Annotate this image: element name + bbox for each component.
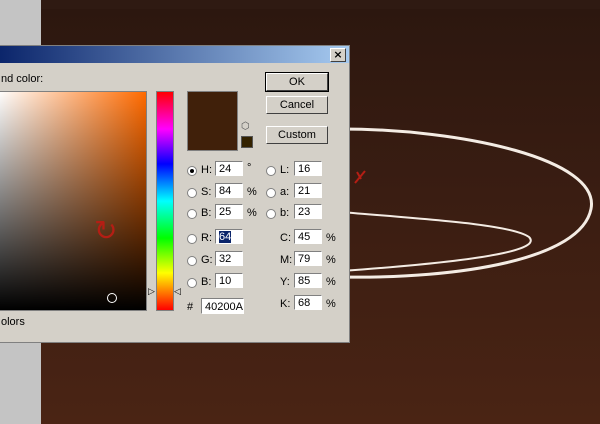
close-button[interactable]: × [330, 48, 346, 62]
only-web-colors-label: olors [1, 316, 25, 328]
cursor-arrow-icon: ↻ [94, 215, 118, 246]
label-a: a: [280, 186, 290, 198]
magenta-field[interactable]: 79 [294, 251, 322, 266]
green-field[interactable]: 32 [215, 251, 243, 266]
saturation-field[interactable]: 84 [215, 183, 243, 198]
label-blue: B: [201, 276, 212, 288]
color-picker-dialog: × nd color: ↻ ▷ ◁ ⬡ OK Cancel Custom H: … [0, 45, 350, 343]
cancel-button[interactable]: Cancel [266, 96, 328, 114]
radio-saturation[interactable] [187, 188, 197, 198]
saturation-unit: % [247, 186, 257, 198]
red-field[interactable]: 64 [215, 229, 243, 244]
hue-unit: ° [247, 162, 252, 174]
brightness-unit: % [247, 207, 257, 219]
hex-field[interactable]: 40200A [201, 298, 244, 314]
a-field[interactable]: 21 [294, 183, 322, 198]
hex-prefix: # [187, 301, 194, 313]
label-red: R: [201, 232, 212, 244]
label-brightness: B: [201, 207, 212, 219]
radio-blue[interactable] [187, 278, 197, 288]
yellow-unit: % [326, 276, 336, 288]
radio-a[interactable] [266, 188, 276, 198]
radio-lightness[interactable] [266, 166, 276, 176]
hue-slider-left-arrow-icon[interactable]: ▷ [148, 286, 155, 297]
label-hue: H: [201, 164, 212, 176]
label-yellow: Y: [280, 276, 290, 288]
cyan-unit: % [326, 232, 336, 244]
label-magenta: M: [280, 254, 293, 266]
magenta-unit: % [326, 254, 336, 266]
label-cyan: C: [280, 232, 291, 244]
brightness-field[interactable]: 25 [215, 204, 243, 219]
blue-field[interactable]: 10 [215, 273, 243, 288]
color-field[interactable]: ↻ [0, 91, 147, 311]
custom-button[interactable]: Custom [266, 126, 328, 144]
ok-button[interactable]: OK [265, 72, 329, 92]
black-unit: % [326, 298, 336, 310]
radio-brightness[interactable] [187, 209, 197, 219]
hue-field[interactable]: 24 [215, 161, 243, 176]
radio-b-lab[interactable] [266, 209, 276, 219]
hue-slider[interactable] [156, 91, 174, 311]
hue-slider-right-arrow-icon[interactable]: ◁ [174, 286, 181, 297]
b-lab-field[interactable]: 23 [294, 204, 322, 219]
lightness-field[interactable]: 16 [294, 161, 322, 176]
cyan-field[interactable]: 45 [294, 229, 322, 244]
yellow-field[interactable]: 85 [294, 273, 322, 288]
black-field[interactable]: 68 [294, 295, 322, 310]
websafe-cube-icon[interactable]: ⬡ [241, 122, 251, 132]
label-saturation: S: [201, 186, 212, 198]
label-green: G: [201, 254, 213, 266]
red-mark-stroke [354, 170, 366, 184]
new-color-swatch [187, 91, 238, 151]
radio-red[interactable] [187, 234, 197, 244]
dialog-titlebar[interactable]: × [0, 46, 349, 63]
websafe-color-swatch[interactable] [241, 136, 253, 148]
white-ellipse-stroke [340, 127, 593, 279]
label-black: K: [280, 298, 291, 310]
radio-green[interactable] [187, 256, 197, 266]
radio-hue[interactable] [187, 166, 197, 176]
label-b-lab: b: [280, 207, 290, 219]
canvas-top-strip [0, 0, 600, 9]
color-picker-ring[interactable] [107, 293, 117, 303]
label-lightness: L: [280, 164, 290, 176]
dialog-heading: nd color: [1, 73, 44, 85]
